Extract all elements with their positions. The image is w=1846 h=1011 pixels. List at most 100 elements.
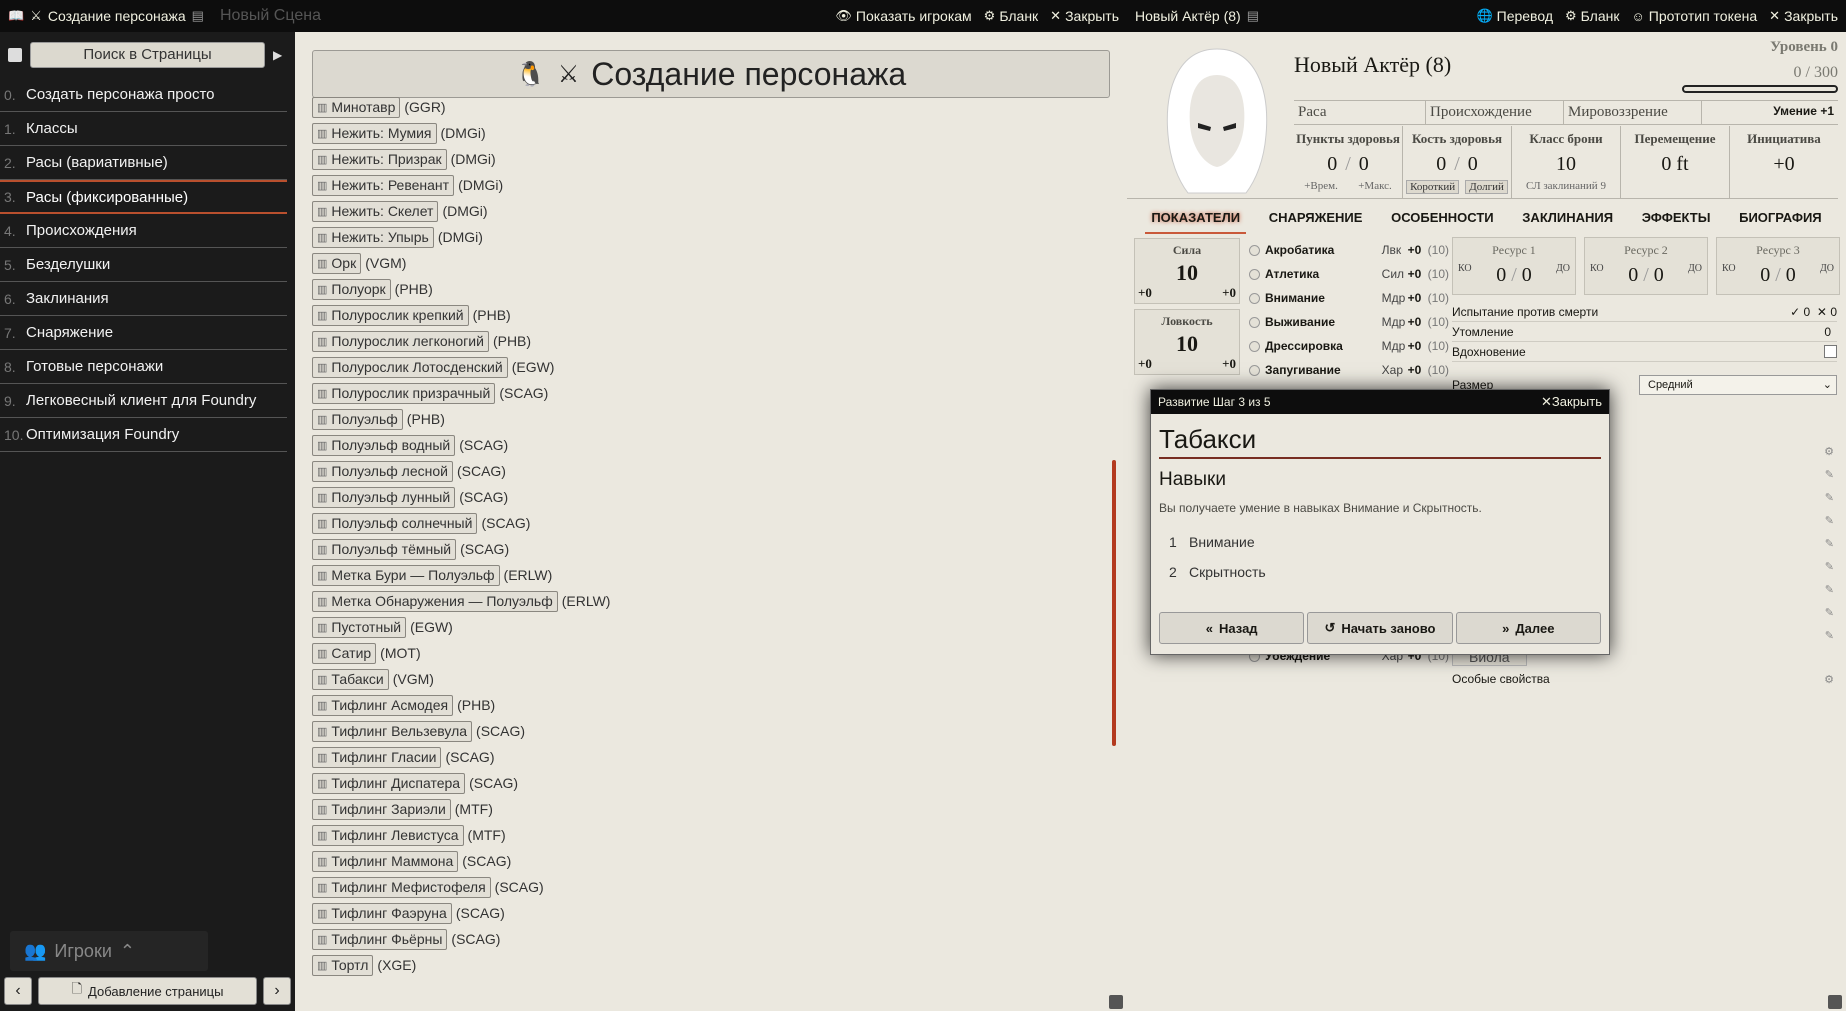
ability-mod[interactable]: +0 bbox=[1138, 356, 1152, 372]
sheet-tab[interactable]: СНАРЯЖЕНИЕ bbox=[1263, 206, 1369, 234]
next-button[interactable]: » Далее bbox=[1455, 612, 1601, 644]
race-link[interactable]: ▥ Тифлинг Зариэли bbox=[312, 798, 451, 820]
players-panel[interactable]: 👥 Игроки ⌃ bbox=[10, 931, 208, 971]
race-link[interactable]: ▥ Полуэльф лунный bbox=[312, 486, 456, 508]
resource-max[interactable]: 0 bbox=[1786, 264, 1796, 286]
race-link[interactable]: ▥ Метка Бури — Полуэльф bbox=[312, 564, 500, 586]
hp-box[interactable]: Пункты здоровья 0/0 +Врем. +Макс. bbox=[1294, 126, 1403, 198]
ability-save[interactable]: +0 bbox=[1222, 356, 1236, 372]
page-icon[interactable]: ▤ bbox=[1247, 8, 1259, 24]
hit-dice-box[interactable]: Кость здоровья 0/0 Короткий Долгий bbox=[1403, 126, 1512, 198]
inspiration-checkbox[interactable] bbox=[1824, 345, 1837, 358]
exhaustion-value[interactable]: 0 bbox=[1824, 325, 1831, 339]
hp-temp[interactable]: +Врем. bbox=[1304, 180, 1338, 192]
race-field[interactable]: Раса bbox=[1294, 101, 1426, 124]
edit-icon[interactable]: ✎ bbox=[1825, 560, 1834, 573]
race-link[interactable]: ▥ Тифлинг Левистуса bbox=[312, 824, 464, 846]
resource-name[interactable]: Ресурс 1 bbox=[1453, 243, 1575, 258]
race-link[interactable]: ▥ Тифлинг Вельзевула bbox=[312, 720, 473, 742]
long-rest-recovery[interactable]: ДО bbox=[1556, 263, 1570, 274]
race-link[interactable]: ▥ Минотавр bbox=[312, 96, 401, 118]
ability-box[interactable]: Сила 10 +0 +0 bbox=[1134, 238, 1240, 304]
race-link[interactable]: ▥ Полуэльф тёмный bbox=[312, 538, 457, 560]
race-link[interactable]: ▥ Полурослик Лотосденский bbox=[312, 356, 508, 378]
actor-name[interactable]: Новый Актёр (8) bbox=[1294, 52, 1451, 78]
initiative-box[interactable]: Инициатива +0 bbox=[1730, 126, 1838, 198]
race-link[interactable]: ▥ Сатир bbox=[312, 642, 377, 664]
toc-item[interactable]: 8. Готовые персонажи bbox=[0, 350, 287, 384]
gear-icon[interactable]: ⚙ bbox=[1824, 445, 1834, 458]
race-link[interactable]: ▥ Нежить: Упырь bbox=[312, 226, 434, 248]
add-page-button[interactable]: 🗋 Добавление страницы bbox=[38, 977, 257, 1005]
xp-value[interactable]: 0 / 300 bbox=[1794, 64, 1838, 82]
sheet-tab[interactable]: ЗАКЛИНАНИЯ bbox=[1516, 206, 1619, 234]
toc-item[interactable]: 5. Безделушки bbox=[0, 248, 287, 282]
race-link[interactable]: ▥ Тифлинг Мефистофеля bbox=[312, 876, 491, 898]
resource-value[interactable]: 0 bbox=[1760, 264, 1770, 286]
translate-button[interactable]: 🌐 Перевод bbox=[1476, 8, 1553, 24]
resource-value[interactable]: 0 bbox=[1496, 264, 1506, 286]
hp-value[interactable]: 0 bbox=[1327, 153, 1337, 175]
sheet-tab[interactable]: ОСОБЕННОСТИ bbox=[1385, 206, 1500, 234]
movement-box[interactable]: Перемещение 0 ft bbox=[1621, 126, 1730, 198]
edit-icon[interactable]: ✎ bbox=[1825, 514, 1834, 527]
toc-item[interactable]: 7. Снаряжение bbox=[0, 316, 287, 350]
ability-box[interactable]: Ловкость 10 +0 +0 bbox=[1134, 309, 1240, 375]
race-link[interactable]: ▥ Тифлинг Диспатера bbox=[312, 772, 466, 794]
edit-icon[interactable]: ✎ bbox=[1825, 537, 1834, 550]
resource-box[interactable]: Ресурс 3 0 / 0 КО ДО bbox=[1716, 237, 1840, 295]
inspiration-row[interactable]: Вдохновение bbox=[1452, 342, 1837, 362]
race-link[interactable]: ▥ Нежить: Призрак bbox=[312, 148, 447, 170]
back-button[interactable]: « Назад bbox=[1159, 612, 1305, 644]
restart-button[interactable]: ↺ Начать заново bbox=[1307, 612, 1453, 644]
race-link[interactable]: ▥ Полуорк bbox=[312, 278, 391, 300]
ac-box[interactable]: Класс брони 10 СЛ заклинаний 9 bbox=[1512, 126, 1621, 198]
exhaustion-row[interactable]: Утомление 0 bbox=[1452, 322, 1837, 342]
page-icon[interactable]: ▤ bbox=[192, 8, 204, 24]
hp-max-bonus[interactable]: +Макс. bbox=[1358, 180, 1392, 192]
long-rest-recovery[interactable]: ДО bbox=[1688, 263, 1702, 274]
ability-score[interactable]: 10 bbox=[1135, 260, 1239, 286]
race-link[interactable]: ▥ Полуэльф лесной bbox=[312, 460, 453, 482]
proficiency-dot[interactable] bbox=[1249, 268, 1260, 280]
toc-item[interactable]: 0. Создать персонажа просто bbox=[0, 78, 287, 112]
resource-box[interactable]: Ресурс 1 0 / 0 КО ДО bbox=[1452, 237, 1576, 295]
special-traits-label[interactable]: Особые свойства bbox=[1452, 672, 1550, 686]
skill-row[interactable]: Выживание Мдр +0 (10) bbox=[1249, 310, 1449, 334]
ability-mod[interactable]: +0 bbox=[1138, 285, 1152, 301]
short-rest-button[interactable]: Короткий bbox=[1406, 180, 1460, 194]
size-select[interactable]: Средний ⌄ bbox=[1639, 375, 1837, 395]
resize-handle[interactable] bbox=[1109, 995, 1123, 1009]
proficiency-dot[interactable] bbox=[1249, 316, 1260, 328]
token-button[interactable]: ☺ Прототип токена bbox=[1632, 8, 1758, 24]
race-link[interactable]: ▥ Пустотный bbox=[312, 616, 407, 638]
proficiency-dot[interactable] bbox=[1249, 292, 1260, 304]
ability-score[interactable]: 10 bbox=[1135, 331, 1239, 357]
skill-row[interactable]: Акробатика Лвк +0 (10) bbox=[1249, 238, 1449, 262]
alignment-field[interactable]: Мировоззрение bbox=[1564, 101, 1702, 124]
resource-max[interactable]: 0 bbox=[1654, 264, 1664, 286]
short-rest-recovery[interactable]: КО bbox=[1590, 263, 1604, 274]
close-button[interactable]: ✕ Закрыть bbox=[1050, 8, 1119, 24]
sheet-tab[interactable]: БИОГРАФИЯ bbox=[1733, 206, 1828, 234]
toc-item[interactable]: 9. Легковесный клиент для Foundry bbox=[0, 384, 287, 418]
resource-max[interactable]: 0 bbox=[1522, 264, 1532, 286]
race-link[interactable]: ▥ Полуэльф водный bbox=[312, 434, 456, 456]
resource-name[interactable]: Ресурс 3 bbox=[1717, 243, 1839, 258]
edit-icon[interactable]: ✎ bbox=[1825, 629, 1834, 642]
race-link[interactable]: ▥ Нежить: Мумия bbox=[312, 122, 437, 144]
skill-row[interactable]: Дрессировка Мдр +0 (10) bbox=[1249, 334, 1449, 358]
resource-name[interactable]: Ресурс 2 bbox=[1585, 243, 1707, 258]
toc-item[interactable]: 6. Заклинания bbox=[0, 282, 287, 316]
short-rest-recovery[interactable]: КО bbox=[1458, 263, 1472, 274]
race-link[interactable]: ▥ Метка Обнаружения — Полуэльф bbox=[312, 590, 558, 612]
toc-item[interactable]: 2. Расы (вариативные) bbox=[0, 146, 287, 180]
sheet-button[interactable]: ⚙ Бланк bbox=[984, 8, 1039, 24]
edit-icon[interactable]: ✎ bbox=[1825, 468, 1834, 481]
race-link[interactable]: ▥ Тифлинг Маммона bbox=[312, 850, 459, 872]
origin-field[interactable]: Происхождение bbox=[1426, 101, 1564, 124]
race-link[interactable]: ▥ Табакси bbox=[312, 668, 389, 690]
toc-item[interactable]: 4. Происхождения bbox=[0, 214, 287, 248]
race-link[interactable]: ▥ Тифлинг Асмодея bbox=[312, 694, 454, 716]
race-link[interactable]: ▥ Орк bbox=[312, 252, 362, 274]
